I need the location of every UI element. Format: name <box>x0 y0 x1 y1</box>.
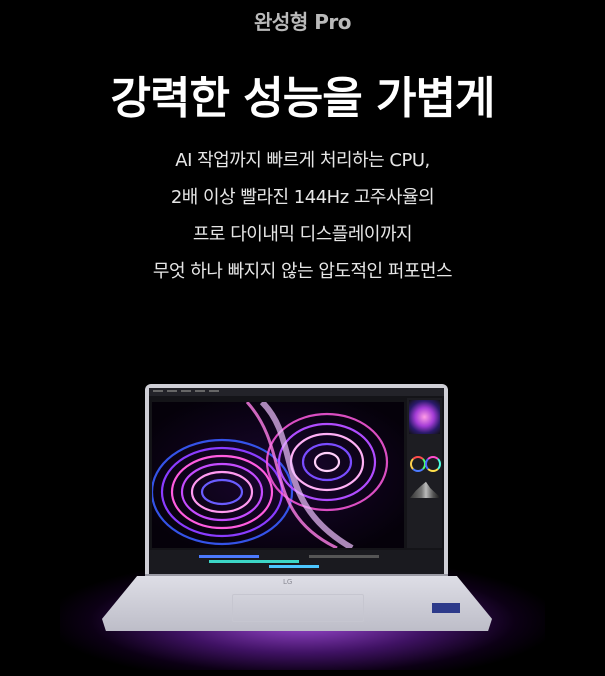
preview-thumbnail <box>409 400 440 434</box>
color-wheel-icon <box>410 456 426 472</box>
sticker-badge <box>432 603 460 613</box>
touchpad <box>232 594 364 622</box>
lg-logo: LG <box>283 578 293 586</box>
laptop-screen <box>149 388 444 575</box>
laptop-image: LG <box>0 0 605 676</box>
swirl-artwork <box>152 402 404 548</box>
app-menubar <box>149 388 444 396</box>
timeline <box>149 550 444 575</box>
histogram <box>410 481 439 498</box>
screen-artwork <box>152 402 404 548</box>
side-panel <box>407 398 442 548</box>
color-wheel-icon <box>425 456 441 472</box>
